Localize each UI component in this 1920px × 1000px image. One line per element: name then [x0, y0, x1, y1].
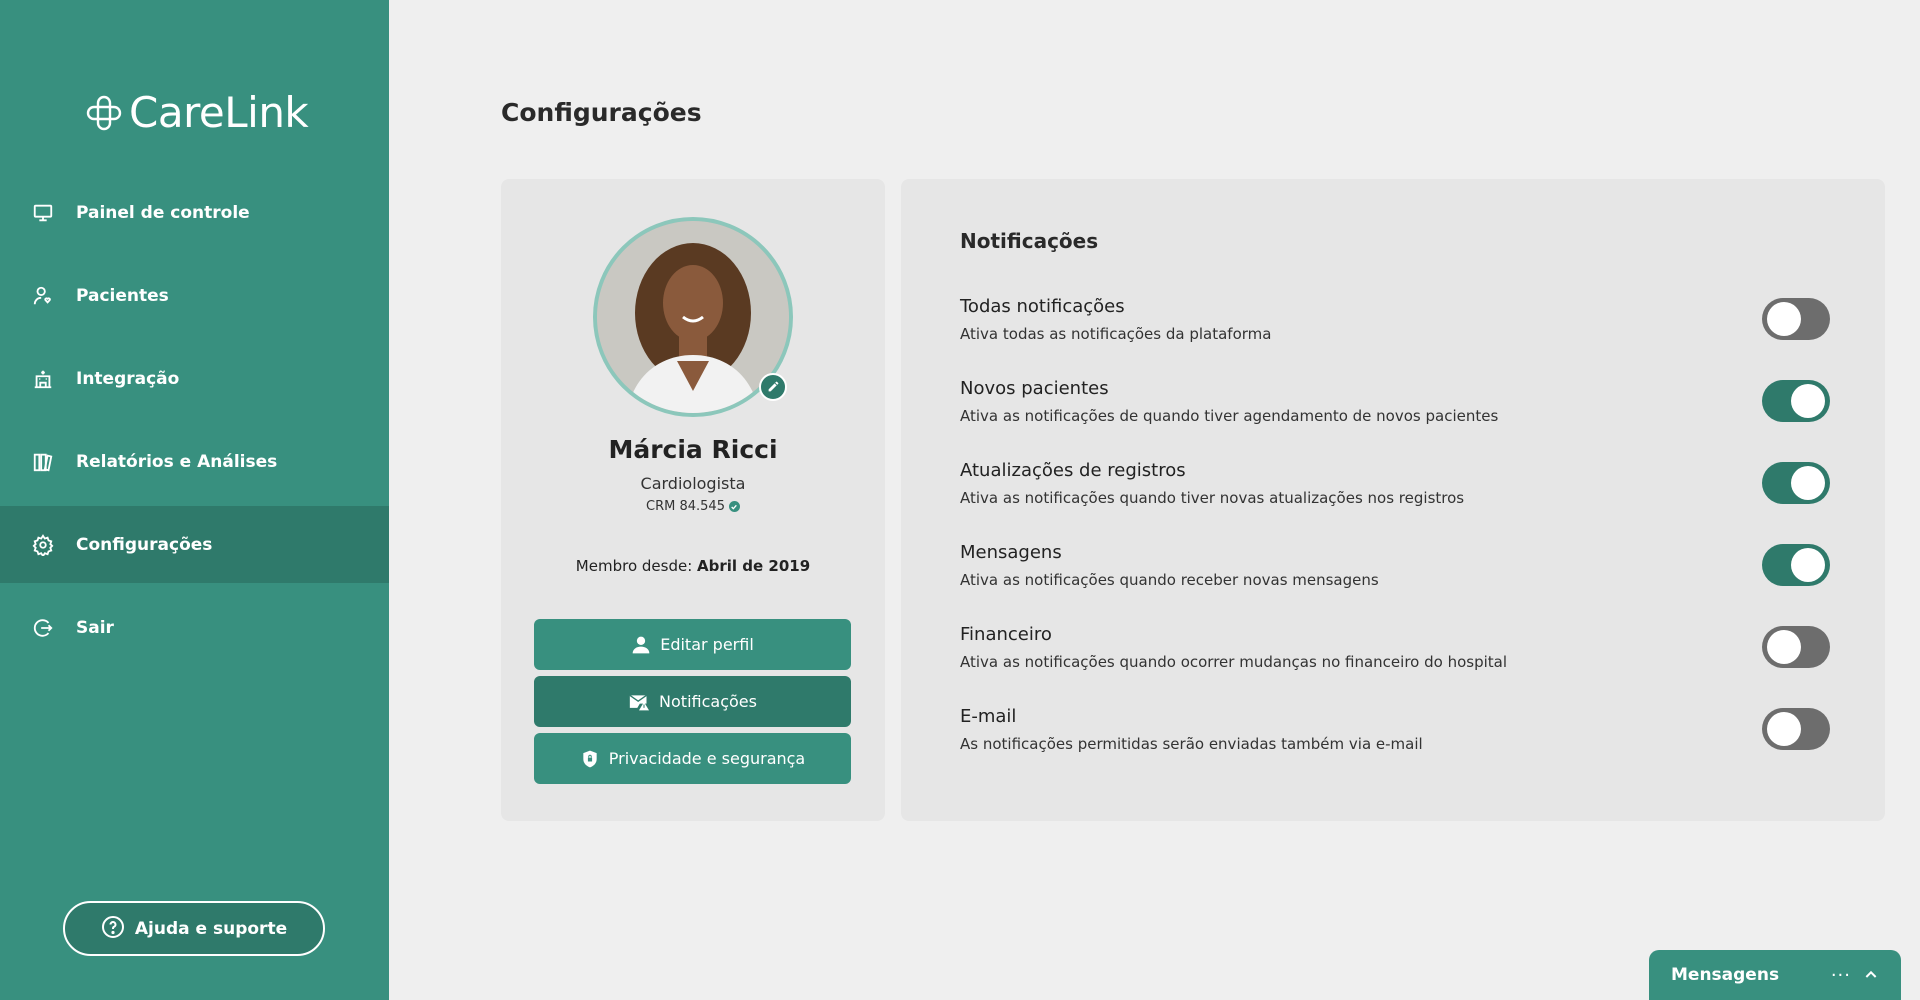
notification-row: Mensagens Ativa as notificações quando r… [960, 542, 1830, 612]
sidebar-item-label: Configurações [76, 534, 213, 555]
toggle-atualizacoes-registros[interactable] [1762, 462, 1830, 504]
toggle-email[interactable] [1762, 708, 1830, 750]
privacy-security-button[interactable]: Privacidade e segurança [534, 733, 851, 784]
notifications-button[interactable]: Notificações [534, 676, 851, 727]
sidebar: CareLink Painel de controle Pacientes In… [0, 0, 389, 1000]
notifications-label: Notificações [659, 692, 757, 711]
notification-description: Ativa as notificações de quando tiver ag… [960, 407, 1499, 425]
help-icon [101, 915, 125, 943]
notification-title: Mensagens [960, 542, 1062, 563]
notifications-card: Notificações Todas notificações Ativa to… [901, 179, 1885, 821]
patient-icon [31, 284, 55, 308]
edit-profile-label: Editar perfil [660, 635, 754, 654]
toggle-financeiro[interactable] [1762, 626, 1830, 668]
messages-label: Mensagens [1671, 965, 1780, 985]
notification-description: Ativa as notificações quando ocorrer mud… [960, 653, 1508, 671]
help-support-button[interactable]: Ajuda e suporte [63, 901, 325, 956]
mail-alert-icon [628, 692, 650, 712]
shield-icon [580, 749, 600, 769]
sidebar-nav: Painel de controle Pacientes Integração … [0, 174, 389, 672]
notification-row: Novos pacientes Ativa as notificações de… [960, 378, 1830, 448]
notification-title: E-mail [960, 706, 1017, 727]
edit-avatar-button[interactable] [759, 373, 787, 401]
notification-row: Todas notificações Ativa todas as notifi… [960, 296, 1830, 366]
toggle-knob [1791, 384, 1825, 418]
gear-icon [31, 533, 55, 557]
toggle-knob [1767, 302, 1801, 336]
avatar-wrapper [593, 217, 793, 417]
sidebar-item-relatorios[interactable]: Relatórios e Análises [0, 423, 389, 500]
user-icon [631, 635, 651, 655]
logout-icon [31, 616, 55, 640]
profile-name: Márcia Ricci [608, 435, 778, 464]
more-options-icon[interactable]: ··· [1831, 965, 1851, 986]
crm-text: CRM 84.545 [646, 499, 725, 514]
toggle-todas-notificacoes[interactable] [1762, 298, 1830, 340]
toggle-knob [1767, 712, 1801, 746]
member-since-value: Abril de 2019 [697, 557, 811, 575]
notification-title: Financeiro [960, 624, 1052, 645]
privacy-security-label: Privacidade e segurança [608, 749, 806, 768]
toggle-knob [1791, 466, 1825, 500]
logo[interactable]: CareLink [85, 88, 309, 137]
messages-bar[interactable]: Mensagens ··· [1649, 950, 1901, 1000]
sidebar-item-sair[interactable]: Sair [0, 589, 389, 666]
reports-icon [31, 450, 55, 474]
verified-check-icon [728, 501, 740, 512]
edit-profile-button[interactable]: Editar perfil [534, 619, 851, 670]
notification-title: Atualizações de registros [960, 460, 1186, 481]
notification-description: Ativa todas as notificações da plataform… [960, 325, 1272, 343]
sidebar-item-label: Pacientes [76, 285, 169, 306]
toggle-novos-pacientes[interactable] [1762, 380, 1830, 422]
sidebar-item-configuracoes[interactable]: Configurações [0, 506, 389, 583]
monitor-icon [31, 201, 55, 225]
profile-crm: CRM 84.545 [501, 499, 885, 514]
sidebar-item-label: Sair [76, 617, 114, 638]
notification-description: As notificações permitidas serão enviada… [960, 735, 1423, 753]
logo-text: CareLink [129, 88, 309, 137]
notification-row: Financeiro Ativa as notificações quando … [960, 624, 1830, 694]
notification-row: E-mail As notificações permitidas serão … [960, 706, 1830, 776]
toggle-knob [1791, 548, 1825, 582]
carelink-logo-icon [85, 94, 123, 132]
sidebar-item-label: Integração [76, 368, 180, 389]
help-support-label: Ajuda e suporte [134, 918, 288, 939]
sidebar-item-pacientes[interactable]: Pacientes [0, 257, 389, 334]
profile-card: Márcia Ricci Cardiologista CRM 84.545 Me… [501, 179, 885, 821]
notification-title: Todas notificações [960, 296, 1125, 317]
sidebar-item-label: Painel de controle [76, 202, 250, 223]
pencil-icon [767, 378, 780, 397]
notification-description: Ativa as notificações quando receber nov… [960, 571, 1379, 589]
sidebar-item-painel[interactable]: Painel de controle [0, 174, 389, 251]
member-since-label: Membro desde: [575, 557, 693, 575]
notification-description: Ativa as notificações quando tiver novas… [960, 489, 1465, 507]
notification-title: Novos pacientes [960, 378, 1109, 399]
hospital-icon [31, 367, 55, 391]
toggle-knob [1767, 630, 1801, 664]
member-since: Membro desde: Abril de 2019 [501, 557, 885, 575]
sidebar-item-integracao[interactable]: Integração [0, 340, 389, 417]
profile-role: Cardiologista [640, 474, 746, 493]
page-title: Configurações [501, 98, 702, 127]
notification-row: Atualizações de registros Ativa as notif… [960, 460, 1830, 530]
chevron-up-icon[interactable] [1863, 967, 1879, 983]
notifications-heading: Notificações [960, 229, 1099, 253]
toggle-mensagens[interactable] [1762, 544, 1830, 586]
sidebar-item-label: Relatórios e Análises [76, 451, 278, 472]
